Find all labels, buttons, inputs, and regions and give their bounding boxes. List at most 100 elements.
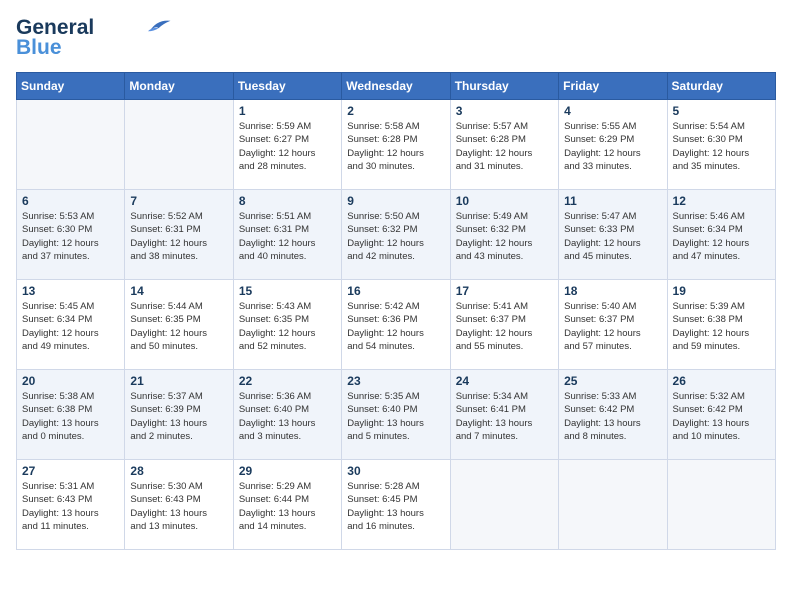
calendar-cell-w2-d4: 9 Sunrise: 5:50 AM Sunset: 6:32 PM Daylig… (342, 190, 450, 280)
day-detail: Sunrise: 5:57 AM Sunset: 6:28 PM Dayligh… (456, 120, 553, 173)
calendar-cell-w1-d5: 3 Sunrise: 5:57 AM Sunset: 6:28 PM Daylig… (450, 100, 558, 190)
header-thursday: Thursday (450, 73, 558, 100)
calendar-cell-w1-d7: 5Sunrise: 5:54 AM Sunset: 6:30 PM Daylig… (667, 100, 775, 190)
day-number: 24 (456, 374, 553, 388)
day-detail: Sunrise: 5:58 AM Sunset: 6:28 PM Dayligh… (347, 120, 444, 173)
calendar-cell-w5-d6 (559, 460, 667, 550)
day-detail: Sunrise: 5:46 AM Sunset: 6:34 PM Dayligh… (673, 210, 770, 263)
week-row-1: 1 Sunrise: 5:59 AM Sunset: 6:27 PM Daylig… (17, 100, 776, 190)
calendar-cell-w3-d2: 14 Sunrise: 5:44 AM Sunset: 6:35 PM Dayli… (125, 280, 233, 370)
day-number: 18 (564, 284, 661, 298)
day-detail: Sunrise: 5:45 AM Sunset: 6:34 PM Dayligh… (22, 300, 119, 353)
day-detail: Sunrise: 5:30 AM Sunset: 6:43 PM Dayligh… (130, 480, 227, 533)
week-row-2: 6Sunrise: 5:53 AM Sunset: 6:30 PM Daylig… (17, 190, 776, 280)
day-number: 16 (347, 284, 444, 298)
calendar-cell-w3-d7: 19 Sunrise: 5:39 AM Sunset: 6:38 PM Dayli… (667, 280, 775, 370)
logo: General Blue (16, 16, 172, 60)
day-number: 2 (347, 104, 444, 118)
day-number: 19 (673, 284, 770, 298)
week-row-3: 13 Sunrise: 5:45 AM Sunset: 6:34 PM Dayli… (17, 280, 776, 370)
day-number: 6 (22, 194, 119, 208)
calendar-cell-w4-d1: 20 Sunrise: 5:38 AM Sunset: 6:38 PM Dayli… (17, 370, 125, 460)
day-number: 3 (456, 104, 553, 118)
calendar-cell-w3-d3: 15Sunrise: 5:43 AM Sunset: 6:35 PM Dayli… (233, 280, 341, 370)
week-row-4: 20 Sunrise: 5:38 AM Sunset: 6:38 PM Dayli… (17, 370, 776, 460)
day-detail: Sunrise: 5:59 AM Sunset: 6:27 PM Dayligh… (239, 120, 336, 173)
day-detail: Sunrise: 5:33 AM Sunset: 6:42 PM Dayligh… (564, 390, 661, 443)
calendar-cell-w2-d5: 10Sunrise: 5:49 AM Sunset: 6:32 PM Dayli… (450, 190, 558, 280)
day-number: 22 (239, 374, 336, 388)
calendar-cell-w5-d5 (450, 460, 558, 550)
day-number: 27 (22, 464, 119, 478)
day-detail: Sunrise: 5:54 AM Sunset: 6:30 PM Dayligh… (673, 120, 770, 173)
day-number: 13 (22, 284, 119, 298)
calendar-cell-w4-d3: 22 Sunrise: 5:36 AM Sunset: 6:40 PM Dayli… (233, 370, 341, 460)
calendar-cell-w5-d7 (667, 460, 775, 550)
day-detail: Sunrise: 5:29 AM Sunset: 6:44 PM Dayligh… (239, 480, 336, 533)
weekday-header-row: Sunday Monday Tuesday Wednesday Thursday… (17, 73, 776, 100)
day-detail: Sunrise: 5:39 AM Sunset: 6:38 PM Dayligh… (673, 300, 770, 353)
day-detail: Sunrise: 5:50 AM Sunset: 6:32 PM Dayligh… (347, 210, 444, 263)
day-number: 9 (347, 194, 444, 208)
calendar-cell-w5-d4: 30 Sunrise: 5:28 AM Sunset: 6:45 PM Dayli… (342, 460, 450, 550)
header-wednesday: Wednesday (342, 73, 450, 100)
header-sunday: Sunday (17, 73, 125, 100)
day-number: 15 (239, 284, 336, 298)
page-header: General Blue (16, 16, 776, 60)
calendar-cell-w1-d6: 4 Sunrise: 5:55 AM Sunset: 6:29 PM Daylig… (559, 100, 667, 190)
day-number: 14 (130, 284, 227, 298)
calendar-cell-w2-d2: 7 Sunrise: 5:52 AM Sunset: 6:31 PM Daylig… (125, 190, 233, 280)
day-detail: Sunrise: 5:47 AM Sunset: 6:33 PM Dayligh… (564, 210, 661, 263)
calendar-cell-w1-d2 (125, 100, 233, 190)
day-detail: Sunrise: 5:38 AM Sunset: 6:38 PM Dayligh… (22, 390, 119, 443)
day-number: 1 (239, 104, 336, 118)
day-detail: Sunrise: 5:44 AM Sunset: 6:35 PM Dayligh… (130, 300, 227, 353)
header-monday: Monday (125, 73, 233, 100)
day-number: 8 (239, 194, 336, 208)
day-detail: Sunrise: 5:51 AM Sunset: 6:31 PM Dayligh… (239, 210, 336, 263)
calendar-cell-w5-d3: 29 Sunrise: 5:29 AM Sunset: 6:44 PM Dayli… (233, 460, 341, 550)
day-number: 11 (564, 194, 661, 208)
logo-blue: Blue (16, 36, 62, 60)
calendar-cell-w1-d4: 2 Sunrise: 5:58 AM Sunset: 6:28 PM Daylig… (342, 100, 450, 190)
day-number: 10 (456, 194, 553, 208)
calendar-cell-w2-d3: 8 Sunrise: 5:51 AM Sunset: 6:31 PM Daylig… (233, 190, 341, 280)
calendar-cell-w1-d3: 1 Sunrise: 5:59 AM Sunset: 6:27 PM Daylig… (233, 100, 341, 190)
day-number: 25 (564, 374, 661, 388)
calendar-cell-w4-d4: 23Sunrise: 5:35 AM Sunset: 6:40 PM Dayli… (342, 370, 450, 460)
day-number: 30 (347, 464, 444, 478)
day-detail: Sunrise: 5:52 AM Sunset: 6:31 PM Dayligh… (130, 210, 227, 263)
calendar-cell-w2-d6: 11 Sunrise: 5:47 AM Sunset: 6:33 PM Dayli… (559, 190, 667, 280)
calendar-cell-w5-d1: 27 Sunrise: 5:31 AM Sunset: 6:43 PM Dayli… (17, 460, 125, 550)
day-number: 20 (22, 374, 119, 388)
header-saturday: Saturday (667, 73, 775, 100)
header-tuesday: Tuesday (233, 73, 341, 100)
header-friday: Friday (559, 73, 667, 100)
day-number: 29 (239, 464, 336, 478)
day-number: 4 (564, 104, 661, 118)
day-number: 26 (673, 374, 770, 388)
day-number: 17 (456, 284, 553, 298)
calendar-cell-w3-d6: 18 Sunrise: 5:40 AM Sunset: 6:37 PM Dayli… (559, 280, 667, 370)
day-detail: Sunrise: 5:37 AM Sunset: 6:39 PM Dayligh… (130, 390, 227, 443)
day-detail: Sunrise: 5:36 AM Sunset: 6:40 PM Dayligh… (239, 390, 336, 443)
day-number: 7 (130, 194, 227, 208)
day-detail: Sunrise: 5:31 AM Sunset: 6:43 PM Dayligh… (22, 480, 119, 533)
week-row-5: 27 Sunrise: 5:31 AM Sunset: 6:43 PM Dayli… (17, 460, 776, 550)
day-detail: Sunrise: 5:32 AM Sunset: 6:42 PM Dayligh… (673, 390, 770, 443)
day-detail: Sunrise: 5:40 AM Sunset: 6:37 PM Dayligh… (564, 300, 661, 353)
day-detail: Sunrise: 5:55 AM Sunset: 6:29 PM Dayligh… (564, 120, 661, 173)
calendar-cell-w3-d5: 17Sunrise: 5:41 AM Sunset: 6:37 PM Dayli… (450, 280, 558, 370)
calendar-table: Sunday Monday Tuesday Wednesday Thursday… (16, 72, 776, 550)
day-detail: Sunrise: 5:35 AM Sunset: 6:40 PM Dayligh… (347, 390, 444, 443)
calendar-cell-w3-d4: 16Sunrise: 5:42 AM Sunset: 6:36 PM Dayli… (342, 280, 450, 370)
calendar-cell-w4-d2: 21Sunrise: 5:37 AM Sunset: 6:39 PM Dayli… (125, 370, 233, 460)
day-detail: Sunrise: 5:34 AM Sunset: 6:41 PM Dayligh… (456, 390, 553, 443)
day-detail: Sunrise: 5:28 AM Sunset: 6:45 PM Dayligh… (347, 480, 444, 533)
calendar-cell-w4-d5: 24 Sunrise: 5:34 AM Sunset: 6:41 PM Dayli… (450, 370, 558, 460)
calendar-cell-w2-d1: 6Sunrise: 5:53 AM Sunset: 6:30 PM Daylig… (17, 190, 125, 280)
day-number: 28 (130, 464, 227, 478)
calendar-cell-w1-d1 (17, 100, 125, 190)
calendar-cell-w3-d1: 13 Sunrise: 5:45 AM Sunset: 6:34 PM Dayli… (17, 280, 125, 370)
calendar-cell-w5-d2: 28 Sunrise: 5:30 AM Sunset: 6:43 PM Dayli… (125, 460, 233, 550)
